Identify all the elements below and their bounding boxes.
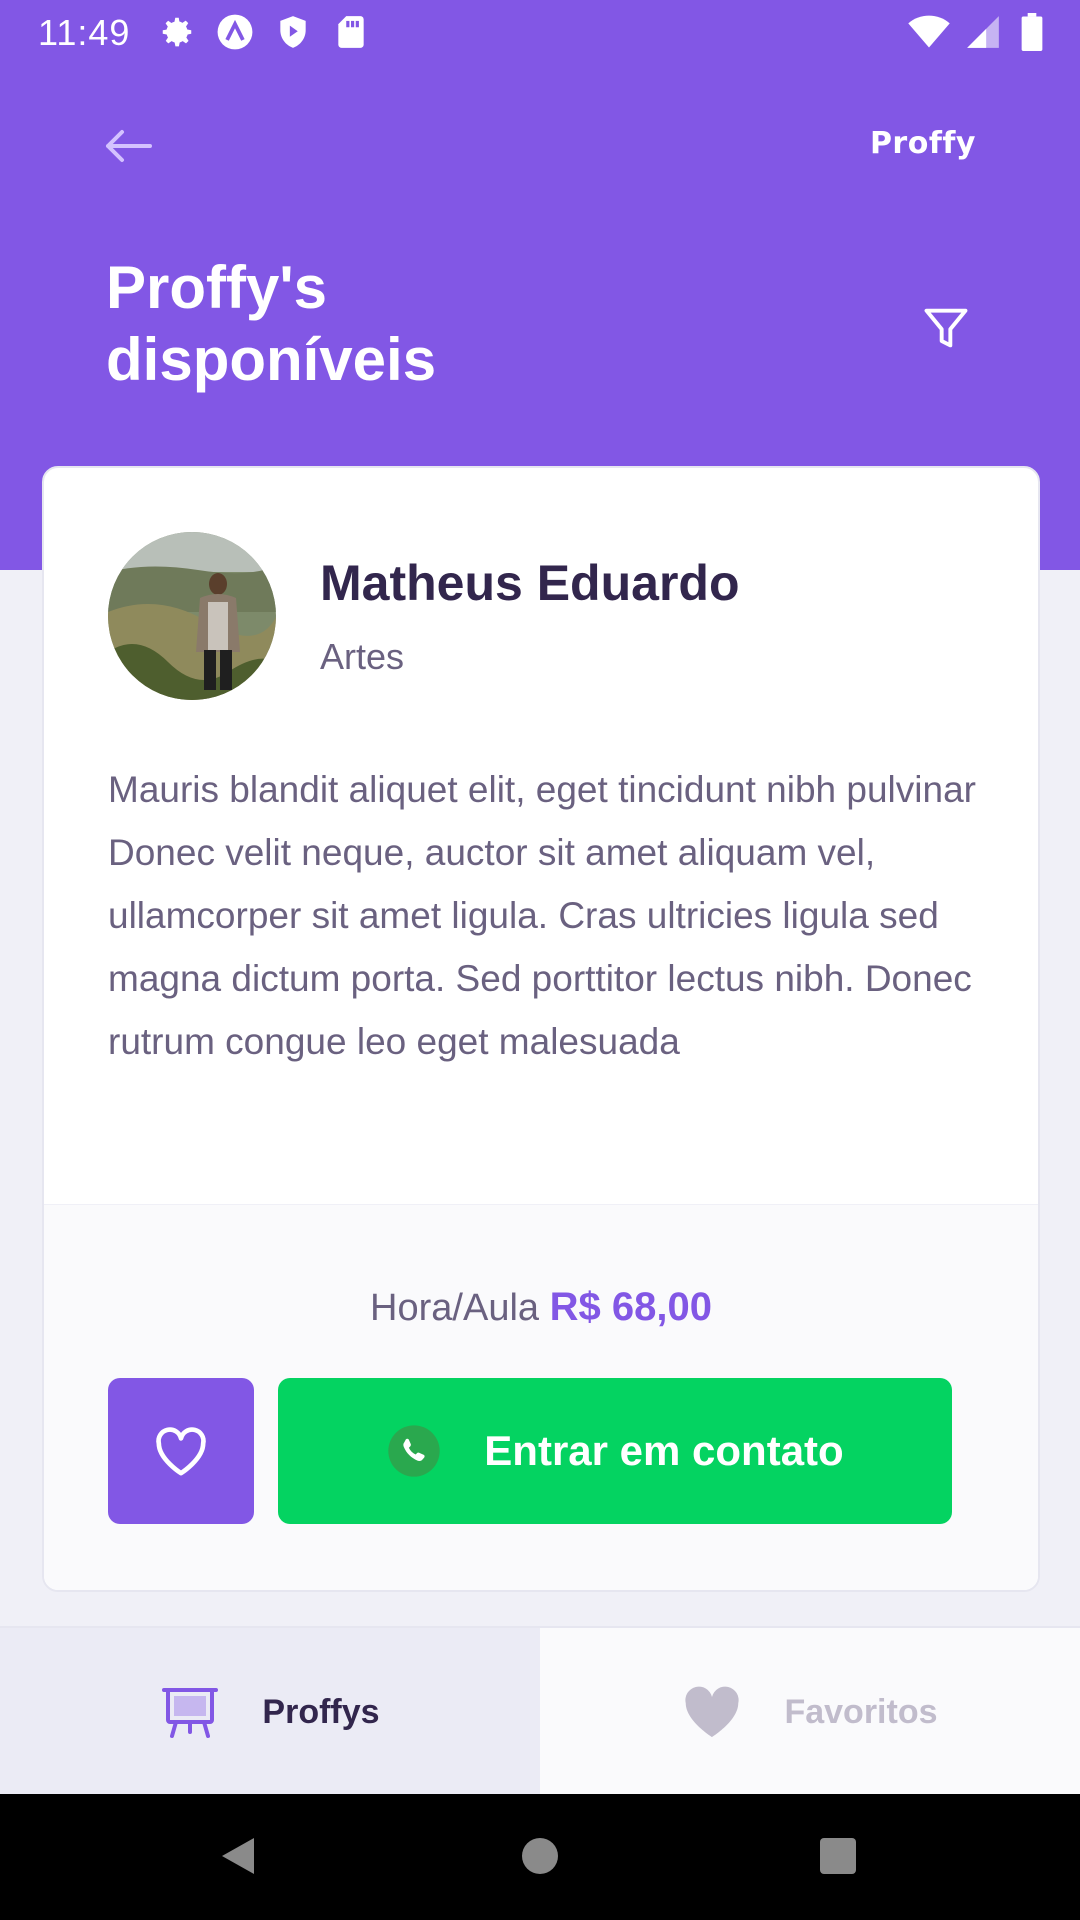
heart-outline-icon xyxy=(156,1427,206,1476)
status-bar: 11:49 xyxy=(0,0,1080,64)
tab-proffys-label: Proffys xyxy=(262,1692,380,1731)
heart-icon xyxy=(685,1686,740,1737)
sd-card-icon xyxy=(332,13,370,51)
price-row: Hora/Aula R$ 68,00 xyxy=(44,1285,1038,1330)
page-title-line1: Proffy's xyxy=(106,254,327,321)
arrow-left-icon xyxy=(106,130,152,162)
easel-icon xyxy=(162,1688,219,1738)
price-value: R$ 68,00 xyxy=(549,1285,712,1329)
nav-home-button[interactable] xyxy=(516,1832,564,1880)
filter-button[interactable] xyxy=(920,302,972,354)
contact-button[interactable]: Entrar em contato xyxy=(278,1378,952,1524)
shield-play-icon xyxy=(274,13,312,51)
status-right-icons xyxy=(908,13,1044,52)
tab-proffys[interactable]: Proffys xyxy=(0,1628,540,1796)
battery-icon xyxy=(1020,13,1044,52)
triangle-back-icon xyxy=(222,1838,254,1874)
brand-logo: Proffy xyxy=(869,126,976,161)
wifi-icon xyxy=(908,13,950,51)
avatar-photo xyxy=(108,532,276,700)
tab-favoritos-label: Favoritos xyxy=(784,1692,938,1731)
nav-back-button[interactable] xyxy=(214,1832,262,1880)
price-label: Hora/Aula xyxy=(370,1287,540,1329)
page-title: Proffy's disponíveis xyxy=(106,252,706,396)
a-circle-icon xyxy=(216,13,254,51)
contact-button-label: Entrar em contato xyxy=(484,1427,844,1474)
signal-icon xyxy=(964,13,1002,51)
square-recents-icon xyxy=(820,1838,856,1874)
system-nav-bar xyxy=(0,1794,1080,1920)
page-title-line2: disponíveis xyxy=(106,326,437,393)
bottom-tabbar: Proffys Favoritos xyxy=(0,1626,1080,1796)
teacher-bio: Mauris blandit aliquet elit, eget tincid… xyxy=(108,769,976,1062)
circle-home-icon xyxy=(522,1838,558,1874)
back-button[interactable] xyxy=(100,126,156,166)
whatsapp-icon xyxy=(388,1425,440,1477)
nav-recents-button[interactable] xyxy=(814,1832,862,1880)
gear-icon xyxy=(158,13,196,51)
avatar xyxy=(108,532,276,700)
favorite-button[interactable] xyxy=(108,1378,254,1524)
status-time: 11:49 xyxy=(38,12,131,53)
teacher-subject: Artes xyxy=(320,636,405,677)
teacher-card: Matheus Eduardo Artes Mauris blandit ali… xyxy=(42,466,1040,1592)
filter-icon xyxy=(924,308,968,348)
tab-favoritos[interactable]: Favoritos xyxy=(540,1628,1080,1796)
status-left-icons xyxy=(158,14,370,50)
teacher-name: Matheus Eduardo xyxy=(320,555,740,611)
